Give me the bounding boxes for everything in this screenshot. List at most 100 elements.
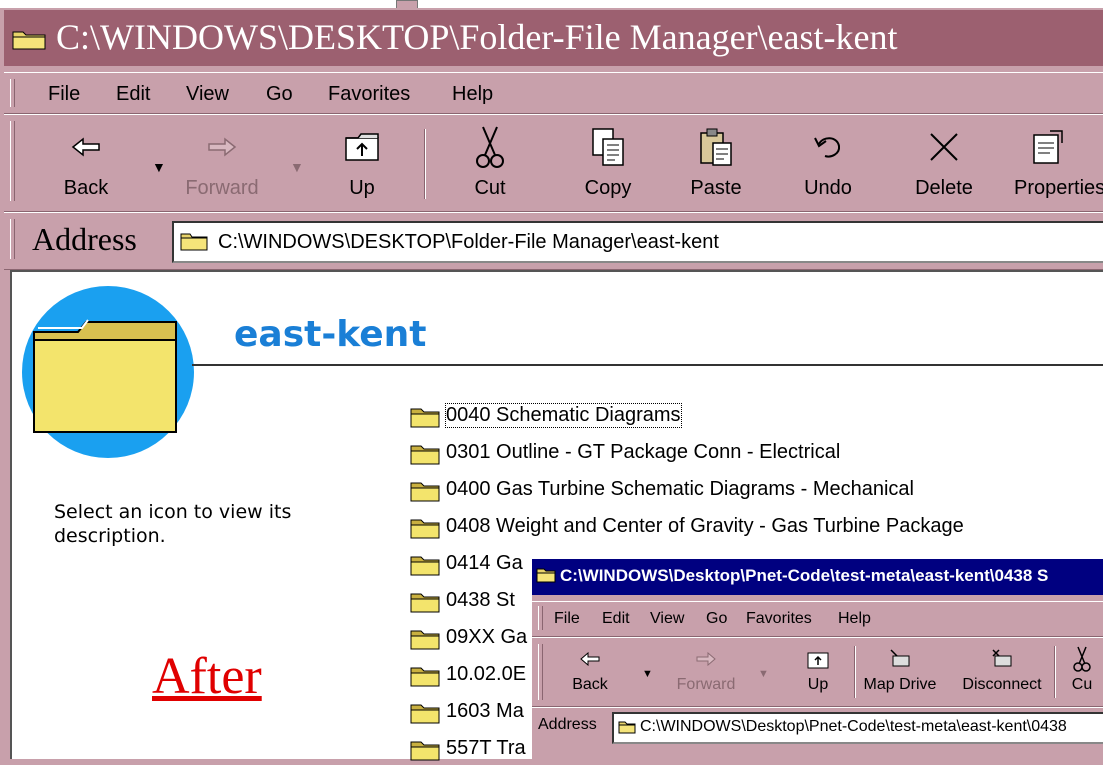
menu-help[interactable]: Help	[452, 83, 493, 106]
overlay-toolbar: Back ▼ Forward ▼ Up Map Drive Disconnect…	[532, 637, 1103, 707]
back-button[interactable]: Back	[46, 123, 126, 200]
menu-file[interactable]: File	[554, 610, 580, 628]
folder-icon	[410, 630, 440, 650]
disconnect-label: Disconnect	[962, 676, 1042, 693]
menu-grip[interactable]	[538, 606, 543, 630]
address-field[interactable]: C:\WINDOWS\Desktop\Pnet-Code\test-meta\e…	[612, 712, 1103, 744]
file-name: 0301 Outline - GT Package Conn - Electri…	[446, 441, 841, 463]
overlay-menu-bar: File Edit View Go Favorites Help	[532, 601, 1103, 637]
menu-bar: File Edit View Go Favorites Help	[4, 72, 1103, 114]
file-name: 10.02.0E	[446, 663, 527, 685]
window-title: C:\WINDOWS\DESKTOP\Folder-File Manager\e…	[56, 17, 898, 57]
folder-icon	[536, 568, 556, 583]
delete-label: Delete	[915, 177, 973, 199]
delete-x-icon	[930, 133, 958, 161]
cut-button[interactable]: Cu	[1052, 644, 1103, 694]
toolbar-grip[interactable]	[10, 121, 15, 201]
overlay-title-bar[interactable]: C:\WINDOWS\Desktop\Pnet-Code\test-meta\e…	[532, 559, 1103, 595]
forward-dropdown-caret[interactable]: ▼	[290, 159, 304, 175]
folder-icon	[410, 704, 440, 724]
forward-button[interactable]: Forward	[182, 123, 262, 200]
menu-help[interactable]: Help	[838, 610, 871, 628]
menu-edit[interactable]: Edit	[602, 610, 630, 628]
title-underline	[192, 364, 1103, 366]
toolbar: Back ▼ Forward ▼ Up Cut Copy Paste Undo	[4, 114, 1103, 212]
properties-icon	[1033, 130, 1063, 164]
description-text: Select an icon to view its description.	[54, 501, 292, 547]
back-dropdown-caret[interactable]: ▼	[152, 159, 166, 175]
overlay-address-bar: Address C:\WINDOWS\Desktop\Pnet-Code\tes…	[532, 707, 1103, 748]
folder-icon	[12, 31, 46, 50]
toolbar-separator	[424, 129, 426, 199]
file-name: 0040 Schematic Diagrams	[445, 403, 682, 428]
menu-favorites[interactable]: Favorites	[746, 610, 812, 628]
cut-button[interactable]: Cut	[450, 123, 530, 200]
undo-label: Undo	[804, 177, 852, 199]
address-field[interactable]: C:\WINDOWS\DESKTOP\Folder-File Manager\e…	[172, 221, 1103, 263]
forward-button[interactable]: Forward	[666, 644, 746, 694]
overlay-window-title: C:\WINDOWS\Desktop\Pnet-Code\test-meta\e…	[560, 566, 1049, 585]
back-arrow-icon	[580, 652, 600, 666]
scissors-icon	[1073, 646, 1091, 672]
after-caption: After	[152, 648, 262, 705]
disconnect-icon	[992, 649, 1012, 667]
file-name: 0438 St	[446, 589, 515, 611]
toolbar-grip[interactable]	[538, 644, 543, 700]
paste-button[interactable]: Paste	[676, 123, 756, 200]
title-bar[interactable]: C:\WINDOWS\DESKTOP\Folder-File Manager\e…	[4, 10, 1103, 66]
scissors-icon	[476, 126, 504, 168]
folder-icon	[180, 233, 208, 251]
map-drive-label: Map Drive	[863, 676, 937, 693]
up-folder-icon	[807, 652, 829, 669]
folder-icon	[410, 519, 440, 539]
cut-label: Cut	[474, 177, 506, 199]
paste-icon	[700, 128, 732, 166]
paste-label: Paste	[690, 177, 742, 199]
back-arrow-icon	[71, 137, 100, 157]
forward-label: Forward	[185, 177, 259, 199]
back-dropdown-caret[interactable]: ▼	[642, 668, 653, 680]
map-drive-icon	[890, 649, 910, 667]
properties-label: Properties	[1014, 177, 1103, 199]
disconnect-button[interactable]: Disconnect	[952, 644, 1052, 694]
file-name: 09XX Ga	[446, 626, 528, 648]
copy-icon	[592, 128, 624, 166]
folder-icon	[618, 721, 636, 734]
copy-label: Copy	[584, 177, 632, 199]
up-label: Up	[349, 177, 375, 199]
file-name: 0414 Ga	[446, 552, 523, 574]
file-name: 0400 Gas Turbine Schematic Diagrams - Me…	[446, 478, 914, 500]
properties-button[interactable]: Properties	[1014, 123, 1103, 200]
delete-button[interactable]: Delete	[904, 123, 984, 200]
address-bar: Address C:\WINDOWS\DESKTOP\Folder-File M…	[4, 212, 1103, 270]
address-grip[interactable]	[10, 219, 15, 259]
undo-button[interactable]: Undo	[788, 123, 868, 200]
up-button[interactable]: Up	[778, 644, 858, 694]
file-name: 1603 Ma	[446, 700, 524, 722]
folder-icon	[410, 482, 440, 502]
menu-go[interactable]: Go	[266, 83, 293, 106]
menu-file[interactable]: File	[48, 83, 80, 106]
menu-view[interactable]: View	[650, 610, 684, 628]
folder-icon	[410, 445, 440, 465]
menu-grip[interactable]	[10, 79, 15, 107]
menu-go[interactable]: Go	[706, 610, 727, 628]
forward-dropdown-caret[interactable]: ▼	[758, 668, 769, 680]
map-drive-button[interactable]: Map Drive	[850, 644, 950, 694]
menu-edit[interactable]: Edit	[116, 83, 150, 106]
up-button[interactable]: Up	[322, 123, 402, 200]
back-label: Back	[572, 676, 608, 693]
cut-label: Cu	[1071, 676, 1093, 693]
back-label: Back	[63, 177, 109, 199]
menu-favorites[interactable]: Favorites	[328, 83, 410, 106]
file-name: 0408 Weight and Center of Gravity - Gas …	[446, 515, 964, 537]
back-button[interactable]: Back	[550, 644, 630, 694]
folder-icon	[410, 741, 440, 761]
copy-button[interactable]: Copy	[568, 123, 648, 200]
folder-title: east-kent	[234, 314, 427, 355]
large-folder-icon	[22, 286, 194, 458]
menu-view[interactable]: View	[186, 83, 229, 106]
address-label: Address	[32, 221, 137, 257]
up-label: Up	[807, 676, 829, 693]
folder-icon	[410, 408, 440, 428]
